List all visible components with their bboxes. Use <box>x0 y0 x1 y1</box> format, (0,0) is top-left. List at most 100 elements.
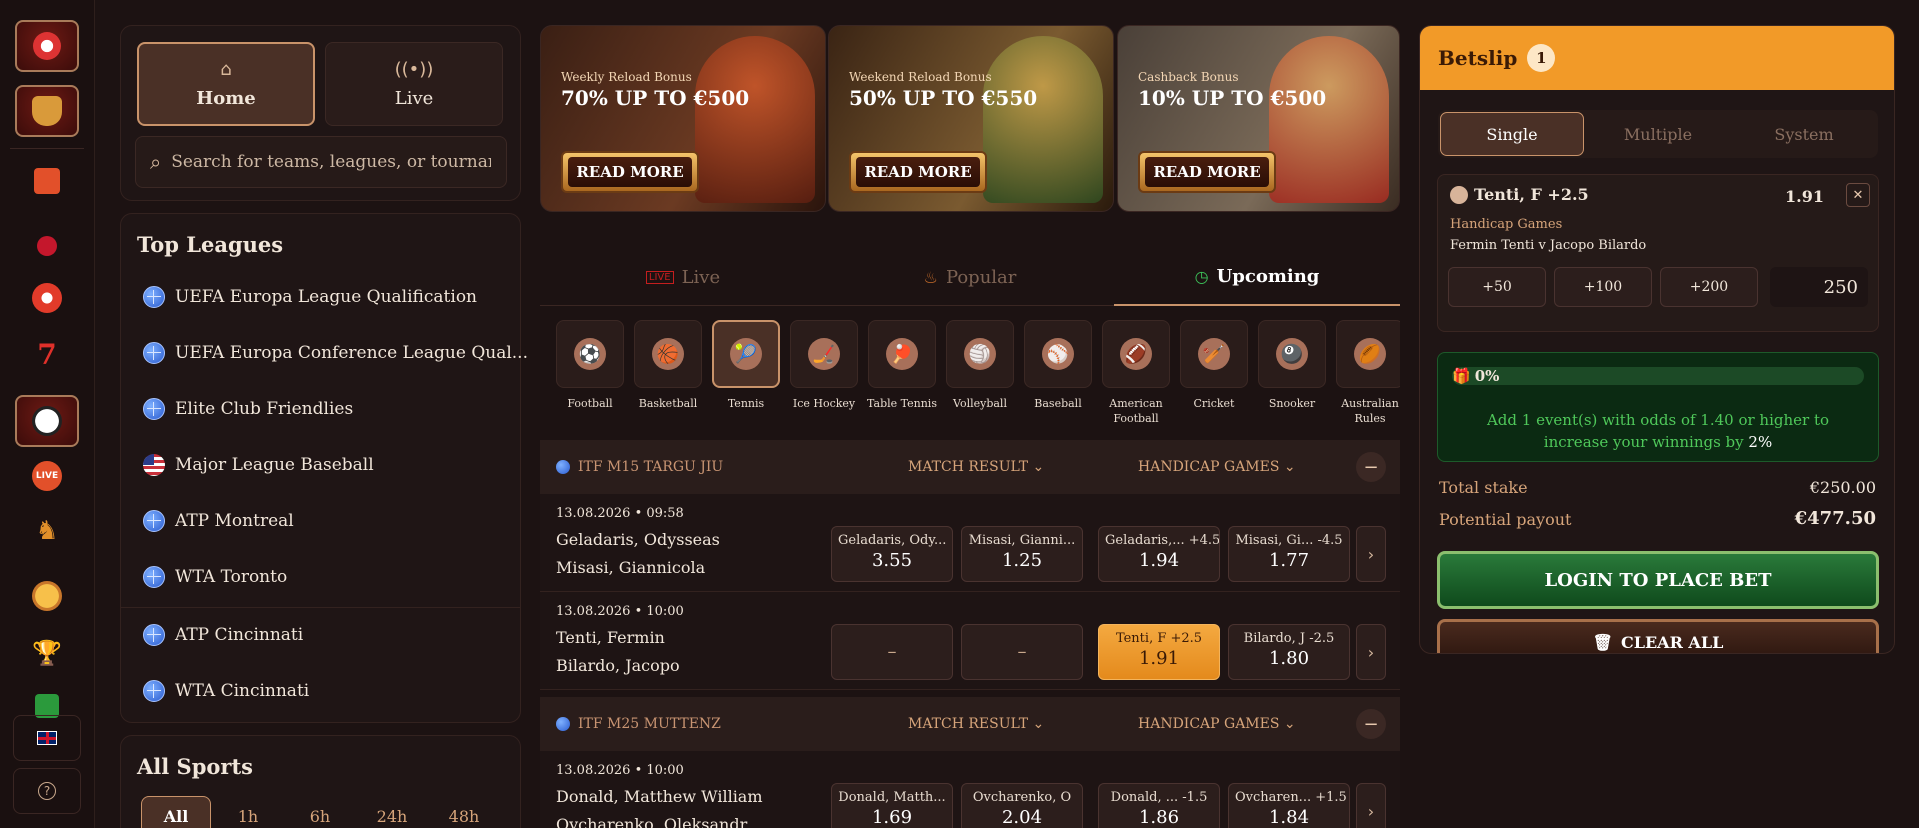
league-item[interactable]: WTA Cincinnati <box>143 676 309 706</box>
promo-subtitle: Weekly Reload Bonus <box>561 70 692 84</box>
handicap-games-dropdown[interactable]: HANDICAP GAMES ⌄ <box>1138 459 1296 475</box>
all-sports-title: All Sports <box>137 754 254 779</box>
match-result-dropdown[interactable]: MATCH RESULT ⌄ <box>908 459 1044 475</box>
league-item[interactable]: UEFA Europa League Qualification <box>143 282 477 312</box>
odds-button[interactable]: – <box>831 624 953 680</box>
promo-card[interactable]: Weekend Reload Bonus 50% UP TO €550 READ… <box>828 25 1114 212</box>
collapse-button[interactable]: − <box>1356 709 1386 739</box>
seven-icon[interactable]: 7 <box>15 328 79 380</box>
roulette-icon[interactable] <box>15 272 79 324</box>
sport-cricket[interactable]: 🏏 Cricket <box>1178 320 1250 411</box>
gift-icon[interactable] <box>15 155 79 207</box>
cherry-icon[interactable] <box>15 220 79 272</box>
match-row: 13.08.2026 • 09:58 Geladaris, Odysseas M… <box>540 494 1400 592</box>
live-icon[interactable]: LIVE <box>15 450 79 502</box>
search-input[interactable] <box>171 152 492 172</box>
sport-label: Baseball <box>1034 397 1082 410</box>
football-icon[interactable] <box>15 395 79 447</box>
league-item[interactable]: ATP Montreal <box>143 506 294 536</box>
league-item[interactable]: Major League Baseball <box>143 450 374 480</box>
quick-stake-200[interactable]: +200 <box>1660 267 1758 307</box>
player-2: Ovcharenko, Oleksandr <box>556 815 748 828</box>
league-label: UEFA Europa League Qualification <box>175 287 477 307</box>
globe-icon <box>556 717 570 731</box>
sport-australian-rules[interactable]: 🏉 Australian Rules <box>1334 320 1400 426</box>
nav-home-label: Home <box>196 88 256 109</box>
snooker-icon: 🎱 <box>1276 338 1308 370</box>
uk-flag-icon[interactable] <box>13 715 81 761</box>
league-item[interactable]: ATP Cincinnati <box>143 620 303 650</box>
login-to-place-bet-button[interactable]: LOGIN TO PLACE BET <box>1437 551 1879 609</box>
match-result-dropdown[interactable]: MATCH RESULT ⌄ <box>908 716 1044 732</box>
league-label: ATP Cincinnati <box>175 625 304 645</box>
filter-48h[interactable]: 48h <box>429 796 499 828</box>
sport-baseball[interactable]: ⚾ Baseball <box>1022 320 1094 411</box>
odds-button[interactable]: Misasi, Gianni... 1.25 <box>961 526 1083 582</box>
boost-progress-bar <box>1452 367 1864 385</box>
help-icon[interactable]: ? <box>13 768 81 814</box>
filter-all[interactable]: All <box>141 796 211 828</box>
filter-1h[interactable]: 1h <box>213 796 283 828</box>
promo-card[interactable]: Weekly Reload Bonus 70% UP TO €500 READ … <box>540 25 826 212</box>
odds-button[interactable]: Donald, Matth... 1.69 <box>831 783 953 828</box>
odds-button[interactable]: Bilardo, J -2.5 1.80 <box>1228 624 1350 680</box>
australian-rules-icon: 🏉 <box>1354 338 1386 370</box>
nav-live-tab[interactable]: ((•)) Live <box>325 42 503 126</box>
clear-all-button[interactable]: 🗑 CLEAR ALL <box>1437 619 1879 653</box>
odds-button-selected[interactable]: Tenti, F +2.5 1.91 <box>1098 624 1220 680</box>
slot-basket-icon[interactable] <box>15 85 79 137</box>
tab-system[interactable]: System <box>1732 112 1876 156</box>
league-item[interactable]: UEFA Europa Conference League Qual... <box>143 338 528 368</box>
league-item[interactable]: WTA Toronto <box>143 562 287 592</box>
filter-6h[interactable]: 6h <box>285 796 355 828</box>
boost-percent: 0% <box>1474 367 1500 385</box>
more-markets-button[interactable]: › <box>1356 526 1386 582</box>
quick-stake-50[interactable]: +50 <box>1448 267 1546 307</box>
read-more-button[interactable]: READ MORE <box>849 151 987 193</box>
odds-button[interactable]: Ovcharenko, O 2.04 <box>961 783 1083 828</box>
more-markets-button[interactable]: › <box>1356 783 1386 828</box>
odds-button[interactable]: Geladaris,... +4.5 1.94 <box>1098 526 1220 582</box>
league-item[interactable]: Elite Club Friendlies <box>143 394 353 424</box>
odds-button[interactable]: Geladaris, Ody... 3.55 <box>831 526 953 582</box>
odds-button[interactable]: Donald, ... -1.5 1.86 <box>1098 783 1220 828</box>
odds-button[interactable]: Ovcharen... +1.5 1.84 <box>1228 783 1350 828</box>
football-icon: ⚽ <box>574 338 606 370</box>
trophy-icon[interactable]: 🏆 <box>15 627 79 679</box>
close-icon[interactable]: ✕ <box>1846 183 1870 207</box>
sport-table-tennis[interactable]: 🏓 Table Tennis <box>866 320 938 411</box>
tab-live[interactable]: LIVE Live <box>540 248 826 306</box>
tab-upcoming[interactable]: ◷ Upcoming <box>1114 248 1400 306</box>
sport-volleyball[interactable]: 🏐 Volleyball <box>944 320 1016 411</box>
payout-value: €477.50 <box>1794 508 1876 529</box>
match-date: 13.08.2026 • 10:00 <box>556 604 684 619</box>
sport-snooker[interactable]: 🎱 Snooker <box>1256 320 1328 411</box>
read-more-button[interactable]: READ MORE <box>561 151 699 193</box>
sport-american-football[interactable]: 🏈 American Football <box>1100 320 1172 426</box>
tab-single[interactable]: Single <box>1440 112 1584 156</box>
medal-icon[interactable] <box>15 570 79 622</box>
betslip-header[interactable]: Betslip 1 <box>1420 26 1894 90</box>
top-leagues-title: Top Leagues <box>137 232 284 257</box>
tab-multiple[interactable]: Multiple <box>1586 112 1730 156</box>
casino-chip-icon[interactable] <box>15 20 79 72</box>
tab-popular[interactable]: ♨ Popular <box>827 248 1113 306</box>
sport-football[interactable]: ⚽ Football <box>554 320 626 411</box>
filter-24h[interactable]: 24h <box>357 796 427 828</box>
odds-button[interactable]: – <box>961 624 1083 680</box>
sport-basketball[interactable]: 🏀 Basketball <box>632 320 704 411</box>
read-more-button[interactable]: READ MORE <box>1138 151 1276 193</box>
quick-stake-100[interactable]: +100 <box>1554 267 1652 307</box>
top-nav-panel: ⌂ Home ((•)) Live ⌕ <box>120 25 521 201</box>
sport-ice-hockey[interactable]: 🏒 Ice Hockey <box>788 320 860 411</box>
promo-card[interactable]: Cashback Bonus 10% UP TO €500 READ MORE <box>1117 25 1400 212</box>
handicap-games-dropdown[interactable]: HANDICAP GAMES ⌄ <box>1138 716 1296 732</box>
chess-knight-icon[interactable]: ♞ <box>15 505 79 557</box>
sport-tennis[interactable]: 🎾 Tennis <box>710 320 782 411</box>
stake-input[interactable]: 250 <box>1770 267 1868 307</box>
league-label: UEFA Europa Conference League Qual... <box>175 343 528 363</box>
collapse-button[interactable]: − <box>1356 452 1386 482</box>
nav-home-tab[interactable]: ⌂ Home <box>137 42 315 126</box>
odds-button[interactable]: Misasi, Gi... -4.5 1.77 <box>1228 526 1350 582</box>
more-markets-button[interactable]: › <box>1356 624 1386 680</box>
